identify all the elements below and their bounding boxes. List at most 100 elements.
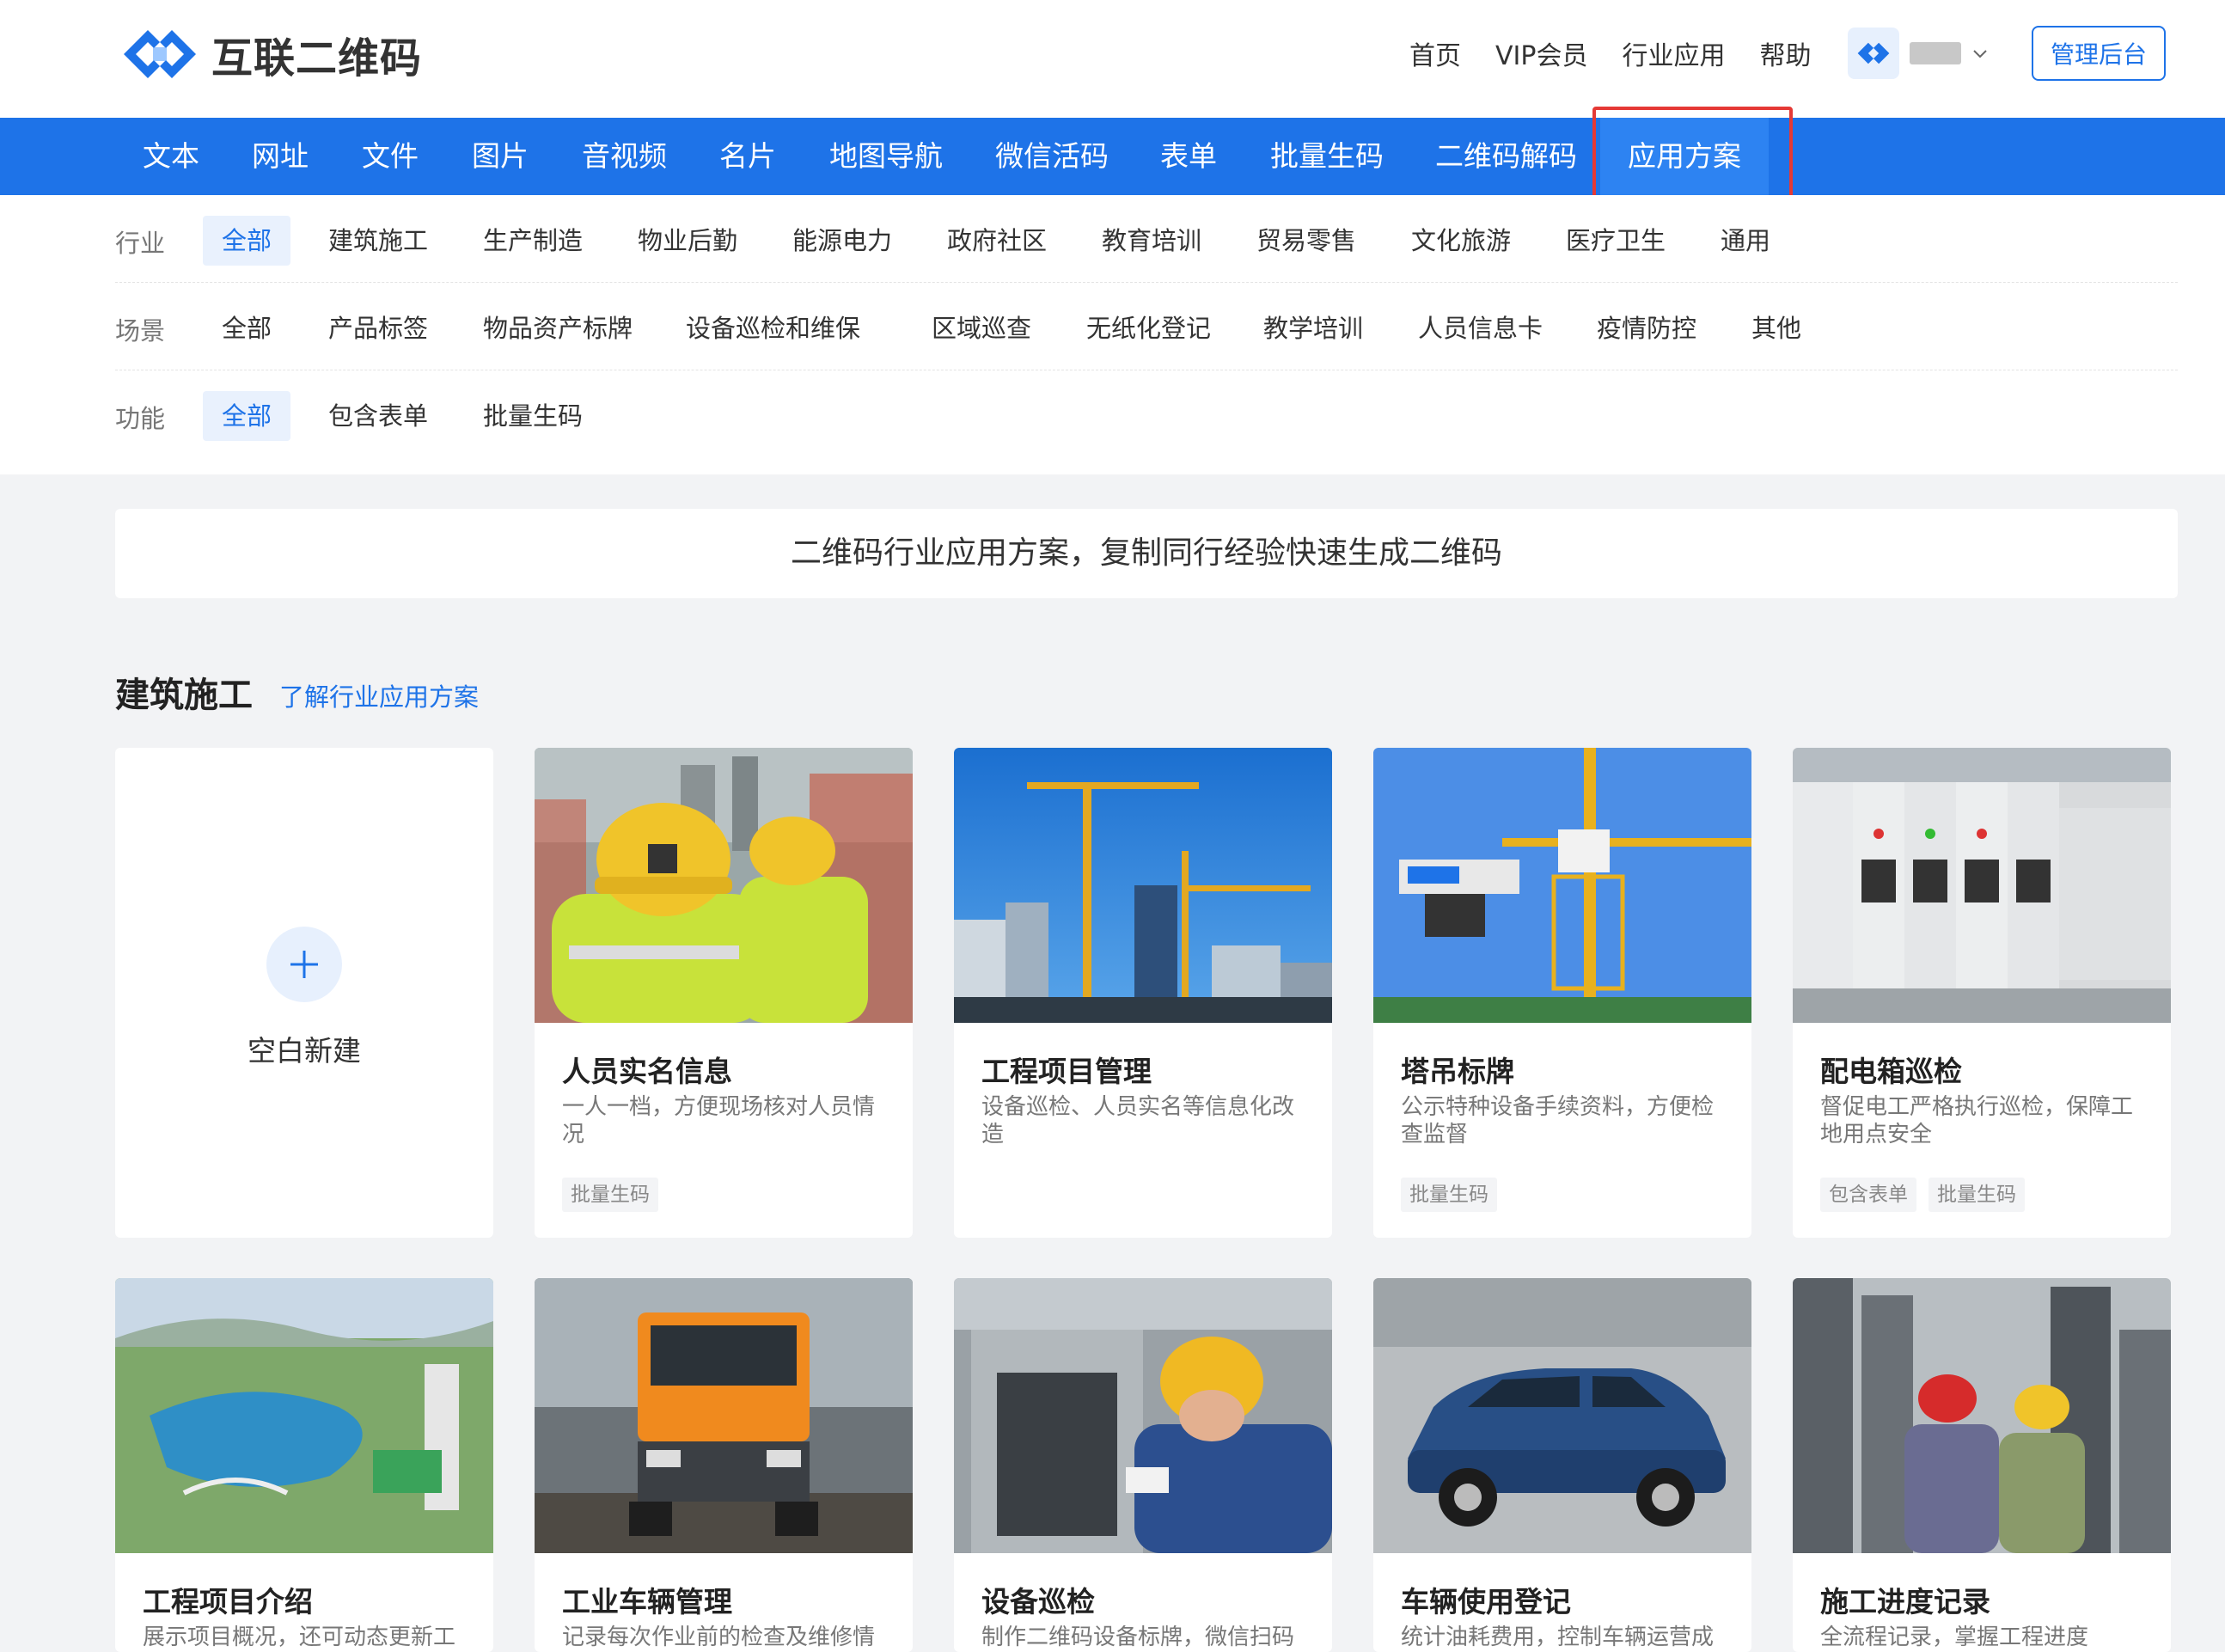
card-desc: 督促电工严格执行巡检，保障工地用点安全 <box>1820 1094 2134 1147</box>
nav-wechat-live-code[interactable]: 微信活码 <box>995 118 1109 195</box>
top-nav-home[interactable]: 首页 <box>1409 34 1461 72</box>
filter-label: 功能 <box>115 404 166 433</box>
suv-car-photo-icon <box>1373 1278 1751 1553</box>
chevron-down-icon[interactable] <box>1970 43 1990 64</box>
nav-text[interactable]: 文本 <box>143 118 199 195</box>
highlight-annotation <box>1592 107 1793 210</box>
avatar[interactable] <box>1848 28 1899 79</box>
card-title: 塔吊标牌 <box>1401 1055 1514 1088</box>
chip-scene[interactable]: 其他 <box>1733 303 1820 353</box>
username-blurred[interactable] <box>1910 42 1961 64</box>
chip-industry[interactable]: 通用 <box>1702 216 1789 266</box>
filter-row-industry: 行业 全部 建筑施工 生产制造 物业后勤 能源电力 政府社区 教育培训 贸易零售… <box>115 195 2178 283</box>
card-desc: 制作二维码设备标牌，微信扫码 <box>981 1624 1295 1650</box>
card-title: 施工进度记录 <box>1820 1585 1990 1618</box>
construction-workers-photo-icon <box>1793 1278 2171 1553</box>
chip-scene[interactable]: 教学培训 <box>1244 303 1382 353</box>
nav-audio-video[interactable]: 音视频 <box>582 118 667 195</box>
card-tags: 包含表单 批量生码 <box>1820 1178 2025 1212</box>
nav-form[interactable]: 表单 <box>1160 118 1217 195</box>
top-nav-industry[interactable]: 行业应用 <box>1622 34 1725 72</box>
truck-photo-icon <box>535 1278 913 1553</box>
chip-industry[interactable]: 物业后勤 <box>619 216 756 266</box>
learn-more-link[interactable]: 了解行业应用方案 <box>279 677 479 713</box>
chip-industry[interactable]: 生产制造 <box>464 216 602 266</box>
top-nav-help[interactable]: 帮助 <box>1759 34 1811 72</box>
card-desc: 设备巡检、人员实名等信息化改造 <box>981 1094 1295 1147</box>
chip-feature-all[interactable]: 全部 <box>203 391 291 441</box>
card-desc: 统计油耗费用，控制车辆运营成 <box>1401 1624 1715 1650</box>
technician-photo-icon <box>954 1278 1332 1553</box>
card-tags: 批量生码 <box>1401 1178 1497 1212</box>
account-menu[interactable] <box>1848 28 1990 79</box>
filter-row-scene: 场景 全部 产品标签 物品资产标牌 设备巡检和维保 区域巡查 无纸化登记 教学培… <box>115 283 2178 370</box>
filter-label: 场景 <box>115 316 166 346</box>
chip-scene[interactable]: 疫情防控 <box>1578 303 1715 353</box>
section-title: 建筑施工 <box>115 676 253 715</box>
nav-image[interactable]: 图片 <box>472 118 529 195</box>
tower-crane-photo-icon <box>1373 748 1751 1023</box>
filter-panel: 行业 全部 建筑施工 生产制造 物业后勤 能源电力 政府社区 教育培训 贸易零售… <box>0 195 2225 474</box>
electrical-cabinet-photo-icon <box>1793 748 2171 1023</box>
solution-card[interactable]: 塔吊标牌 公示特种设备手续资料，方便检查监督 批量生码 <box>1373 748 1751 1238</box>
logo-mark-icon <box>124 30 196 78</box>
solution-card[interactable]: 工业车辆管理 记录每次作业前的检查及维修情 <box>535 1278 913 1652</box>
card-tags: 批量生码 <box>562 1178 658 1212</box>
filter-label: 行业 <box>115 229 166 258</box>
card-desc: 一人一档，方便现场核对人员情况 <box>562 1094 876 1147</box>
card-title: 工业车辆管理 <box>562 1585 732 1618</box>
main-nav: 文本 网址 文件 图片 音视频 名片 地图导航 微信活码 表单 批量生码 二维码… <box>0 118 2225 195</box>
nav-batch[interactable]: 批量生码 <box>1270 118 1384 195</box>
chip-industry[interactable]: 文化旅游 <box>1392 216 1530 266</box>
chip-industry[interactable]: 医疗卫生 <box>1547 216 1684 266</box>
card-title: 人员实名信息 <box>562 1055 732 1088</box>
aerial-city-photo-icon <box>115 1278 493 1553</box>
chip-scene[interactable]: 无纸化登记 <box>1067 303 1230 353</box>
card-title: 设备巡检 <box>981 1585 1095 1618</box>
chip-scene-all[interactable]: 全部 <box>203 303 290 353</box>
admin-console-button[interactable]: 管理后台 <box>2032 26 2166 81</box>
solution-card[interactable]: 设备巡检 制作二维码设备标牌，微信扫码 <box>954 1278 1332 1652</box>
chip-feature[interactable]: 包含表单 <box>309 391 447 441</box>
chip-scene[interactable]: 区域巡查 <box>913 303 1050 353</box>
tower-crane-city-photo-icon <box>954 748 1332 1023</box>
logo[interactable]: 互联二维码 <box>119 24 422 84</box>
chip-industry[interactable]: 政府社区 <box>928 216 1066 266</box>
chip-scene[interactable]: 产品标签 <box>309 303 447 353</box>
solution-card[interactable]: 工程项目介绍 展示项目概况，还可动态更新工 <box>115 1278 493 1652</box>
tag-batch: 批量生码 <box>1401 1178 1497 1212</box>
solution-card[interactable]: 车辆使用登记 统计油耗费用，控制车辆运营成 <box>1373 1278 1751 1652</box>
chip-industry[interactable]: 建筑施工 <box>309 216 447 266</box>
nav-decode[interactable]: 二维码解码 <box>1435 118 1577 195</box>
blank-new-card[interactable]: 空白新建 <box>115 748 493 1238</box>
nav-map[interactable]: 地图导航 <box>829 118 943 195</box>
chip-scene[interactable]: 人员信息卡 <box>1399 303 1562 353</box>
solutions-banner: 二维码行业应用方案，复制同行经验快速生成二维码 <box>115 509 2178 598</box>
worker-helmet-photo-icon <box>535 748 913 1023</box>
plus-icon <box>266 927 342 1002</box>
chip-scene[interactable]: 物品资产标牌 <box>464 303 651 353</box>
top-nav: 首页 VIP会员 行业应用 帮助 <box>1409 34 1811 72</box>
chip-industry[interactable]: 贸易零售 <box>1238 216 1375 266</box>
card-title: 车辆使用登记 <box>1401 1585 1571 1618</box>
tag-batch: 批量生码 <box>562 1178 658 1212</box>
solution-card[interactable]: 工程项目管理 设备巡检、人员实名等信息化改造 <box>954 748 1332 1238</box>
blank-new-label: 空白新建 <box>248 1034 361 1068</box>
solution-card[interactable]: 人员实名信息 一人一档，方便现场核对人员情况 批量生码 <box>535 748 913 1238</box>
chip-industry[interactable]: 教育培训 <box>1083 216 1220 266</box>
chip-industry-all[interactable]: 全部 <box>203 216 291 266</box>
top-nav-vip[interactable]: VIP会员 <box>1495 34 1587 72</box>
tag-form: 包含表单 <box>1820 1178 1916 1212</box>
chip-industry[interactable]: 能源电力 <box>773 216 911 266</box>
solution-card[interactable]: 配电箱巡检 督促电工严格执行巡检，保障工地用点安全 包含表单 批量生码 <box>1793 748 2171 1238</box>
card-title: 工程项目介绍 <box>143 1585 313 1618</box>
chip-feature[interactable]: 批量生码 <box>464 391 602 441</box>
nav-url[interactable]: 网址 <box>252 118 309 195</box>
nav-business-card[interactable]: 名片 <box>719 118 776 195</box>
card-title: 配电箱巡检 <box>1820 1055 1962 1088</box>
solution-card[interactable]: 施工进度记录 全流程记录，掌握工程进度 <box>1793 1278 2171 1652</box>
chip-scene[interactable]: 设备巡检和维保 <box>667 303 879 353</box>
card-title: 工程项目管理 <box>981 1055 1152 1088</box>
header: 互联二维码 首页 VIP会员 行业应用 帮助 管理后台 <box>0 0 2225 118</box>
nav-file[interactable]: 文件 <box>362 118 419 195</box>
